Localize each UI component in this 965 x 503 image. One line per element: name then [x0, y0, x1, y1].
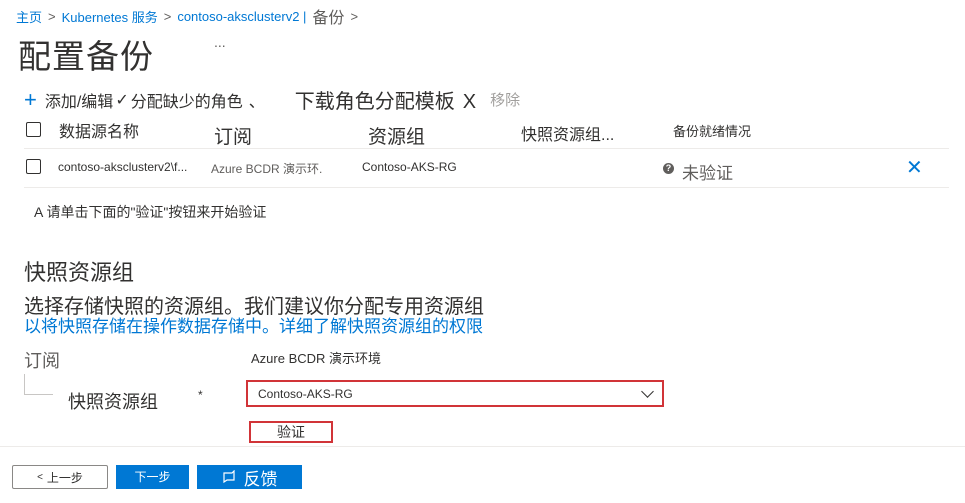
- previous-button[interactable]: < 上一步: [12, 465, 108, 489]
- chevron-down-icon: [641, 385, 654, 398]
- column-header-resource-group[interactable]: 资源组: [368, 122, 425, 149]
- page-title: 配置备份: [18, 38, 154, 75]
- datasource-subscription: Azure BCDR 演示环.: [211, 162, 323, 176]
- breadcrumb-home[interactable]: 主页: [16, 7, 42, 26]
- column-header-name[interactable]: 数据源名称: [59, 118, 139, 142]
- readiness-status: 未验证: [682, 164, 733, 183]
- validation-hint: A 请单击下面的"验证"按钮来开始验证: [34, 204, 267, 220]
- validate-button[interactable]: 验证: [249, 421, 333, 443]
- download-template-button[interactable]: 下载角色分配模板 X: [295, 85, 476, 114]
- feedback-label: 反馈: [243, 469, 278, 489]
- more-options-icon[interactable]: ...: [214, 34, 226, 50]
- table-row: contoso-aksclusterv2\f... Azure BCDR 演示环…: [24, 149, 949, 188]
- tree-connector: [24, 374, 53, 395]
- select-all-checkbox[interactable]: [26, 122, 41, 137]
- snapshot-rg-selected: Contoso-AKS-RG: [258, 386, 353, 401]
- row-checkbox[interactable]: [26, 159, 41, 174]
- next-button[interactable]: 下一步: [116, 465, 189, 489]
- datasource-name: contoso-aksclusterv2\f...: [58, 160, 188, 174]
- breadcrumb: 主页 > Kubernetes 服务 > contoso-aksclusterv…: [16, 4, 358, 28]
- subscription-label: 订阅: [24, 351, 60, 371]
- datasource-resource-group: Contoso-AKS-RG: [362, 160, 457, 174]
- feedback-button[interactable]: 反馈: [197, 465, 302, 489]
- chevron-icon: ✓: [115, 91, 129, 109]
- info-icon: ?: [663, 161, 674, 175]
- section-heading: 快照资源组: [24, 260, 135, 285]
- learn-more-link[interactable]: 以将快照存储在操作数据存储中。详细了解快照资源组的权限: [24, 312, 483, 337]
- column-header-subscription[interactable]: 订阅: [214, 122, 252, 149]
- column-header-snapshot-rg[interactable]: 快照资源组...: [521, 121, 614, 145]
- column-header-readiness[interactable]: 备份就绪情况: [673, 121, 751, 140]
- plus-icon: +: [24, 86, 37, 112]
- table-header: 数据源名称 订阅 资源组 快照资源组... 备份就绪情况: [24, 118, 949, 149]
- subscription-value: Azure BCDR 演示环境: [251, 351, 382, 366]
- breadcrumb-separator: >: [163, 8, 172, 24]
- breadcrumb-separator: >: [350, 8, 359, 24]
- breadcrumb-current: 备份: [312, 10, 345, 27]
- add-edit-button[interactable]: 添加/编辑: [45, 88, 113, 112]
- chevron-left-icon: <: [37, 471, 43, 483]
- remove-button[interactable]: 移除: [490, 89, 520, 110]
- previous-label: 上一步: [46, 470, 83, 485]
- breadcrumb-kubernetes[interactable]: Kubernetes 服务: [62, 7, 158, 26]
- toolbar: + 添加/编辑 ✓ 分配缺少的角色 、 下载角色分配模板 X 移除: [24, 85, 520, 114]
- breadcrumb-cluster[interactable]: contoso-aksclusterv2 |: [177, 9, 306, 24]
- snapshot-rg-dropdown[interactable]: Contoso-AKS-RG: [246, 380, 664, 407]
- required-marker: *: [198, 388, 203, 402]
- download-template-label: 下载角色分配模板: [294, 91, 455, 113]
- snapshot-rg-label: 快照资源组: [68, 392, 158, 412]
- feedback-icon: [222, 470, 235, 484]
- footer: < 上一步 下一步 反馈: [0, 446, 965, 503]
- toolbar-separator: 、: [248, 93, 265, 111]
- assign-roles-button[interactable]: 分配缺少的角色: [131, 88, 243, 112]
- breadcrumb-separator: >: [48, 8, 56, 24]
- close-icon: X: [462, 91, 477, 113]
- remove-row-icon[interactable]: ✕: [906, 155, 923, 180]
